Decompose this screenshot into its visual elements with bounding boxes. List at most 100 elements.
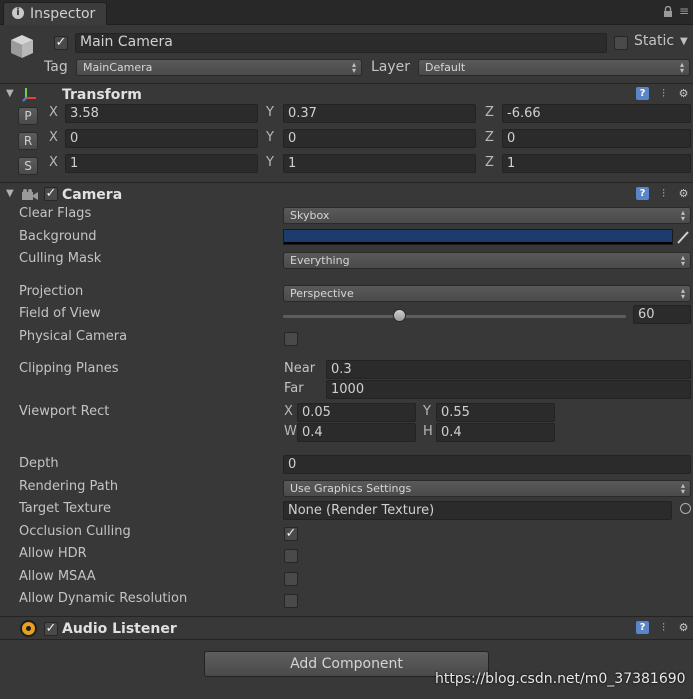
static-checkbox[interactable] (614, 36, 628, 50)
projection-dropdown[interactable]: Perspective ▴ ▾ (283, 285, 691, 302)
gameobject-name-field[interactable]: Main Camera (75, 33, 607, 53)
scale-reset-button[interactable]: S (18, 157, 38, 175)
axis-y-label: Y (266, 155, 274, 170)
viewport-x-label: X (284, 404, 293, 419)
position-reset-button[interactable]: P (18, 107, 38, 125)
position-y-field[interactable]: 0.37 (283, 104, 476, 123)
clipping-planes-label: Clipping Planes (19, 361, 119, 376)
static-dropdown-icon[interactable]: ▼ (680, 36, 688, 47)
layer-dropdown[interactable]: Default ▴ ▾ (418, 59, 690, 76)
lock-icon[interactable] (663, 5, 673, 17)
fov-slider-track[interactable] (283, 315, 626, 318)
help-icon[interactable]: ? (636, 621, 649, 634)
audio-listener-header[interactable]: ✓ Audio Listener ? ⫶ ⚙ (0, 616, 693, 640)
far-field[interactable]: 1000 (326, 380, 691, 399)
axis-z-label: Z (485, 105, 494, 120)
dropdown-arrows-icon: ▴ ▾ (680, 481, 685, 496)
position-z-field[interactable]: -6.66 (502, 104, 691, 123)
gear-icon[interactable]: ⚙ (677, 87, 690, 100)
axis-x-label: X (49, 105, 58, 120)
scale-z-field[interactable]: 1 (502, 154, 691, 173)
transform-icon (22, 86, 38, 102)
eyedropper-icon[interactable] (676, 229, 690, 245)
audio-listener-icon (20, 620, 37, 637)
help-icon[interactable]: ? (636, 87, 649, 100)
preset-icon[interactable]: ⫶ (657, 87, 670, 100)
projection-label: Projection (19, 284, 84, 299)
preset-icon[interactable]: ⫶ (657, 621, 670, 634)
clear-flags-dropdown[interactable]: Skybox ▴ ▾ (283, 207, 691, 224)
object-picker-icon[interactable] (680, 503, 691, 514)
tab-label: Inspector (30, 6, 96, 22)
info-icon: i (12, 7, 24, 19)
allow-hdr-checkbox[interactable] (284, 549, 298, 563)
position-x-field[interactable]: 3.58 (65, 104, 258, 123)
alpha-bar (284, 242, 672, 244)
tag-label: Tag (44, 59, 68, 75)
allow-hdr-label: Allow HDR (19, 546, 87, 561)
fov-value-field[interactable]: 60 (633, 305, 691, 324)
viewport-h-label: H (423, 424, 433, 439)
near-field[interactable]: 0.3 (326, 360, 691, 379)
axis-z-label: Z (485, 155, 494, 170)
axis-x-label: X (49, 130, 58, 145)
allow-dynamic-resolution-label: Allow Dynamic Resolution (19, 591, 188, 606)
allow-dynamic-resolution-checkbox[interactable] (284, 594, 298, 608)
tag-dropdown[interactable]: MainCamera ▴ ▾ (76, 59, 362, 76)
tab-inspector[interactable]: i Inspector (3, 2, 107, 25)
gear-icon[interactable]: ⚙ (677, 621, 690, 634)
rotation-reset-button[interactable]: R (18, 132, 38, 150)
axis-z-label: Z (485, 130, 494, 145)
allow-msaa-checkbox[interactable] (284, 572, 298, 586)
axis-y-label: Y (266, 105, 274, 120)
dropdown-arrows-icon: ▴ ▾ (680, 286, 685, 301)
transform-header[interactable]: ▼ Transform ? ⫶ ⚙ (0, 83, 693, 105)
viewport-w-label: W (284, 424, 297, 439)
rendering-path-label: Rendering Path (19, 479, 119, 494)
background-color-field[interactable] (283, 229, 673, 245)
preset-icon[interactable]: ⫶ (657, 187, 670, 200)
axis-x-label: X (49, 155, 58, 170)
background-label: Background (19, 229, 97, 244)
near-label: Near (284, 361, 316, 376)
dropdown-arrows-icon: ▴ ▾ (679, 60, 684, 75)
rotation-y-field[interactable]: 0 (283, 129, 476, 148)
camera-header[interactable]: ▼ ✓ Camera ? ⫶ ⚙ (0, 182, 693, 204)
cube-icon (8, 32, 36, 60)
fov-slider-handle[interactable] (393, 309, 406, 322)
gear-icon[interactable]: ⚙ (677, 187, 690, 200)
audio-listener-title: Audio Listener (62, 621, 177, 637)
target-texture-field[interactable]: None (Render Texture) (283, 501, 672, 520)
occlusion-culling-checkbox[interactable]: ✓ (284, 527, 298, 541)
watermark-text: https://blog.csdn.net/m0_37381690 (435, 671, 686, 687)
rotation-x-field[interactable]: 0 (65, 129, 258, 148)
depth-label: Depth (19, 456, 59, 471)
foldout-arrow-icon[interactable]: ▼ (6, 188, 14, 199)
physical-camera-checkbox[interactable] (284, 332, 298, 346)
viewport-x-field[interactable]: 0.05 (297, 403, 416, 422)
gameobject-active-checkbox[interactable]: ✓ (54, 36, 68, 50)
rendering-path-dropdown[interactable]: Use Graphics Settings ▴ ▾ (283, 480, 691, 497)
allow-msaa-label: Allow MSAA (19, 569, 96, 584)
viewport-y-label: Y (423, 404, 431, 419)
occlusion-culling-label: Occlusion Culling (19, 524, 131, 539)
scale-y-field[interactable]: 1 (283, 154, 476, 173)
foldout-arrow-icon[interactable]: ▼ (6, 88, 14, 99)
scale-x-field[interactable]: 1 (65, 154, 258, 173)
viewport-rect-label: Viewport Rect (19, 404, 110, 419)
help-icon[interactable]: ? (636, 187, 649, 200)
rotation-z-field[interactable]: 0 (502, 129, 691, 148)
static-label: Static (634, 33, 675, 49)
viewport-w-field[interactable]: 0.4 (297, 423, 416, 442)
culling-mask-label: Culling Mask (19, 251, 102, 266)
camera-title: Camera (62, 187, 123, 203)
clear-flags-label: Clear Flags (19, 206, 92, 221)
camera-icon (20, 188, 40, 202)
menu-icon[interactable]: ≡ (679, 5, 689, 17)
viewport-h-field[interactable]: 0.4 (436, 423, 555, 442)
viewport-y-field[interactable]: 0.55 (436, 403, 555, 422)
audio-listener-enabled-checkbox[interactable]: ✓ (44, 622, 58, 636)
culling-mask-dropdown[interactable]: Everything ▴ ▾ (283, 252, 691, 269)
camera-enabled-checkbox[interactable]: ✓ (44, 187, 58, 201)
depth-field[interactable]: 0 (283, 455, 691, 474)
